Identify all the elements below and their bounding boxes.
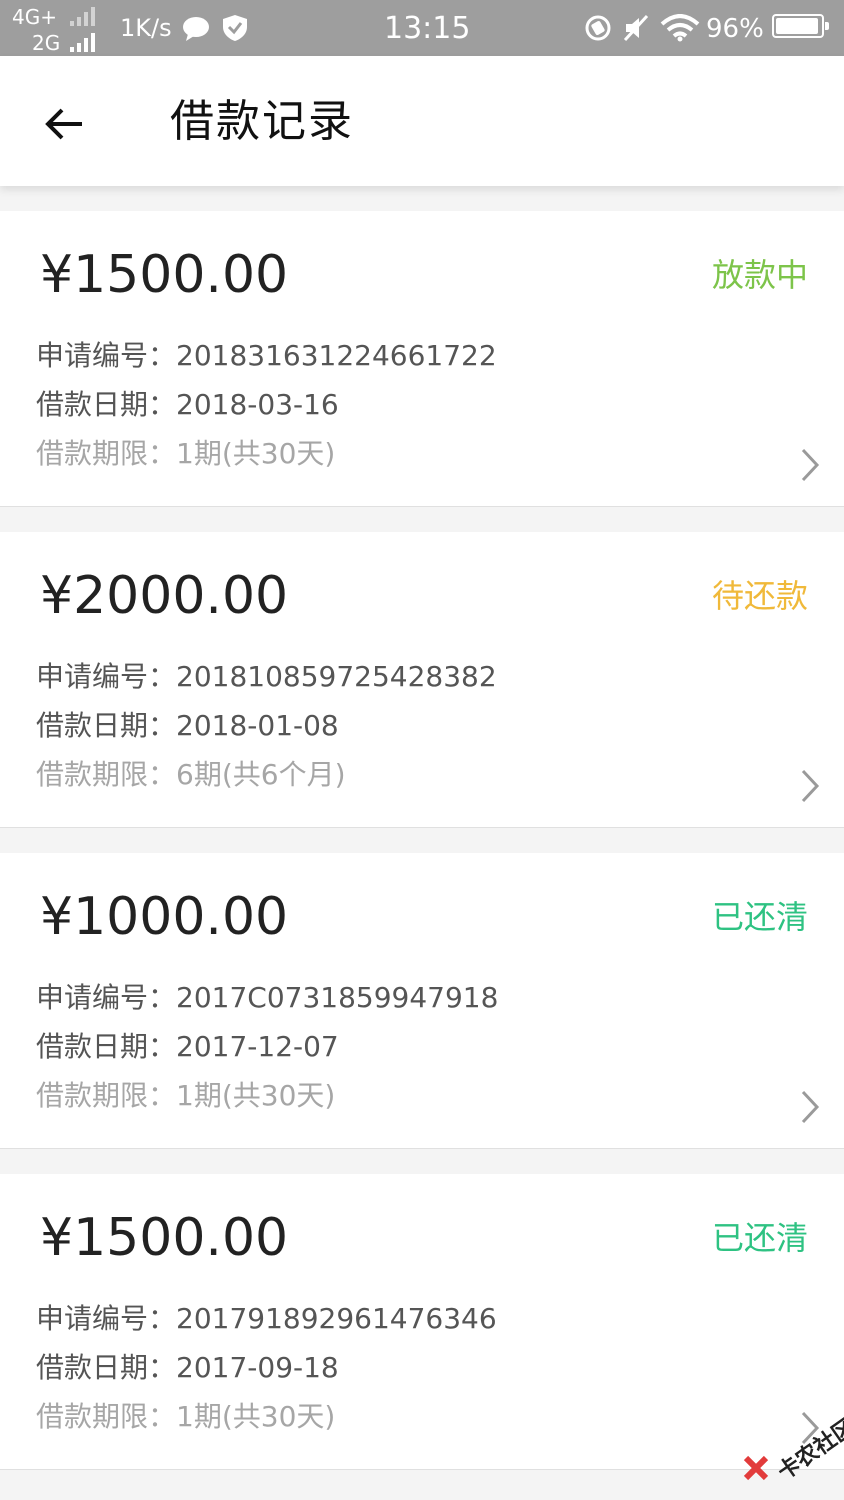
- application-number-label: 申请编号：: [36, 1302, 177, 1335]
- loan-date-label: 借款日期：: [36, 1030, 177, 1063]
- loan-term: 借款期限：6期(共6个月): [36, 758, 346, 792]
- signal-strength-secondary-icon: [70, 32, 95, 52]
- mute-icon: [623, 14, 649, 42]
- application-number: 申请编号：201791892961476346: [36, 1302, 497, 1336]
- loan-term-value: 1期(共30天): [176, 1079, 336, 1112]
- loan-amount: ¥2000.00: [40, 566, 289, 626]
- loan-date-label: 借款日期：: [36, 709, 177, 742]
- loan-amount: ¥1500.00: [40, 245, 289, 305]
- loan-record-card[interactable]: ¥2000.00 待还款 申请编号：201810859725428382 借款日…: [0, 532, 844, 828]
- network-type-secondary: 2G: [32, 31, 61, 55]
- loan-date: 借款日期：2017-12-07: [36, 1030, 339, 1064]
- loan-date: 借款日期：2018-03-16: [36, 388, 339, 422]
- loan-status: 放款中: [711, 256, 808, 294]
- arrow-left-icon: [45, 108, 82, 140]
- loan-term-value: 1期(共30天): [176, 437, 336, 470]
- loan-term: 借款期限：1期(共30天): [36, 1079, 335, 1113]
- wifi-icon: [660, 14, 700, 42]
- loan-term: 借款期限：1期(共30天): [36, 437, 335, 471]
- battery-icon: [772, 14, 829, 38]
- loan-record-card[interactable]: ¥1000.00 已还清 申请编号：2017C0731859947918 借款日…: [0, 853, 844, 1149]
- watermark-text: 卡农社区: [773, 1414, 844, 1486]
- loan-term: 借款期限：1期(共30天): [36, 1400, 335, 1434]
- loan-status: 已还清: [711, 898, 808, 936]
- loan-date-value: 2018-03-16: [176, 388, 339, 421]
- loan-date-label: 借款日期：: [36, 388, 177, 421]
- network-type-primary: 4G+: [12, 5, 57, 29]
- status-bar: 4G+ 2G 1K/s 13:15 96%: [0, 0, 844, 56]
- loan-date-value: 2017-12-07: [176, 1030, 339, 1063]
- loan-date: 借款日期：2017-09-18: [36, 1351, 339, 1385]
- loan-amount: ¥1000.00: [40, 887, 289, 947]
- chevron-right-icon: [801, 1090, 820, 1124]
- status-time: 13:15: [384, 11, 471, 46]
- loan-date: 借款日期：2018-01-08: [36, 709, 339, 743]
- application-number-value: 201831631224661722: [176, 339, 497, 372]
- loan-record-card[interactable]: ¥1500.00 已还清 申请编号：201791892961476346 借款日…: [0, 1174, 844, 1470]
- application-number: 申请编号：2017C0731859947918: [36, 981, 498, 1015]
- application-number: 申请编号：201810859725428382: [36, 660, 497, 694]
- loan-record-list: ¥1500.00 放款中 申请编号：201831631224661722 借款日…: [0, 211, 844, 1495]
- message-bubble-icon: [183, 17, 209, 41]
- loan-term-value: 6期(共6个月): [176, 758, 346, 791]
- loan-term-label: 借款期限：: [36, 758, 177, 791]
- loan-term-value: 1期(共30天): [176, 1400, 336, 1433]
- back-button[interactable]: [36, 96, 92, 152]
- watermark-logo-icon: [743, 1455, 769, 1481]
- chevron-right-icon: [801, 448, 820, 482]
- application-number-label: 申请编号：: [36, 339, 177, 372]
- application-number-value: 201791892961476346: [176, 1302, 497, 1335]
- loan-status: 已还清: [711, 1219, 808, 1257]
- loan-date-value: 2018-01-08: [176, 709, 339, 742]
- application-number-label: 申请编号：: [36, 660, 177, 693]
- community-watermark: 卡农社区: [742, 1410, 844, 1490]
- chevron-right-icon: [801, 769, 820, 803]
- loan-date-label: 借款日期：: [36, 1351, 177, 1384]
- battery-percentage: 96%: [706, 14, 764, 44]
- network-speed: 1K/s: [120, 14, 172, 42]
- loan-term-label: 借款期限：: [36, 1079, 177, 1112]
- loan-date-value: 2017-09-18: [176, 1351, 339, 1384]
- application-number-label: 申请编号：: [36, 981, 177, 1014]
- app-header: 借款记录: [0, 56, 844, 186]
- shield-check-icon: [223, 15, 247, 41]
- signal-strength-primary-icon: [70, 6, 95, 26]
- loan-record-card[interactable]: ¥1500.00 放款中 申请编号：201831631224661722 借款日…: [0, 211, 844, 507]
- loan-amount: ¥1500.00: [40, 1208, 289, 1268]
- rotation-lock-icon: [585, 15, 611, 41]
- loan-status: 待还款: [711, 577, 808, 615]
- application-number-value: 201810859725428382: [176, 660, 497, 693]
- loan-term-label: 借款期限：: [36, 1400, 177, 1433]
- application-number-value: 2017C0731859947918: [176, 981, 499, 1014]
- application-number: 申请编号：201831631224661722: [36, 339, 497, 373]
- loan-term-label: 借款期限：: [36, 437, 177, 470]
- page-title: 借款记录: [170, 96, 354, 147]
